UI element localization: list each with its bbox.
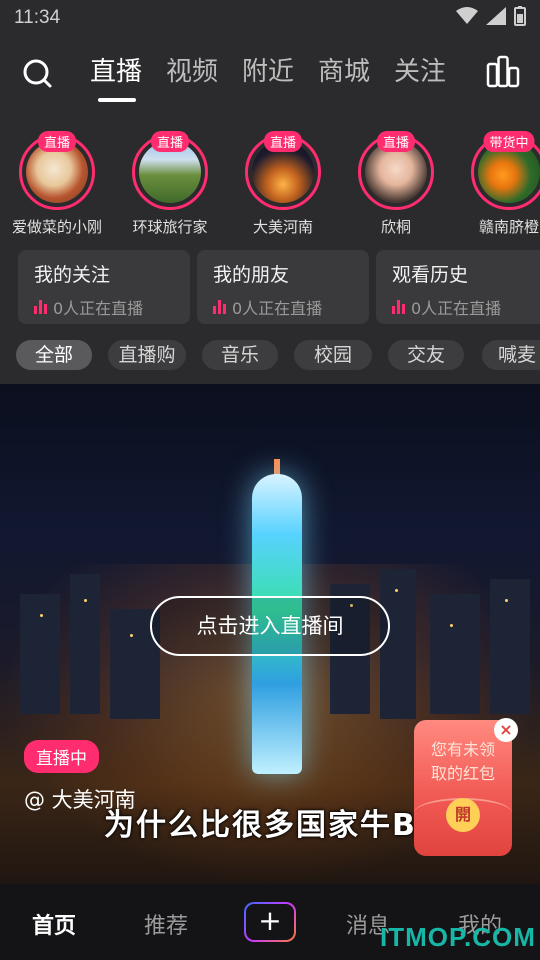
light-dot: [450, 624, 453, 627]
nav-home[interactable]: 首页: [32, 908, 76, 940]
video-caption: 为什么比很多国家牛B: [104, 808, 417, 843]
avatar[interactable]: 带货中: [471, 131, 540, 210]
top-nav: 直播 视频 附近 商城 关注: [0, 36, 540, 116]
signal-icon: [486, 7, 506, 25]
light-dot: [130, 634, 133, 637]
enter-live-room-button[interactable]: 点击进入直播间: [150, 596, 390, 656]
chip-all[interactable]: 全部: [16, 340, 92, 370]
plus-icon: +: [246, 904, 294, 940]
status-icons: [456, 6, 526, 26]
story-item[interactable]: 直播 欣桐: [341, 131, 451, 237]
live-bars-icon: [34, 300, 47, 314]
tab-nearby[interactable]: 附近: [242, 51, 318, 88]
building: [70, 574, 100, 714]
nav-recommend[interactable]: 推荐: [144, 908, 188, 940]
card-sub-text: 0人正在直播: [411, 299, 502, 318]
active-tab-indicator: [98, 98, 136, 102]
avatar[interactable]: 直播: [132, 131, 208, 210]
light-dot: [505, 599, 508, 602]
live-badge: 直播: [150, 131, 190, 152]
card-title: 我的朋友: [213, 264, 290, 286]
chip-mc[interactable]: 喊麦: [482, 340, 540, 370]
chip-music[interactable]: 音乐: [202, 340, 278, 370]
building: [380, 569, 416, 719]
tab-live[interactable]: 直播: [90, 51, 166, 88]
card-sub-text: 0人正在直播: [53, 299, 144, 318]
chip-dating[interactable]: 交友: [388, 340, 464, 370]
story-name: 大美河南: [252, 218, 313, 236]
avatar[interactable]: 直播: [245, 131, 321, 210]
card-subtitle: 0人正在直播: [213, 295, 353, 319]
live-badge: 直播: [37, 131, 77, 152]
tabs-fade: [440, 46, 476, 86]
story-item[interactable]: 直播 大美河南: [228, 131, 338, 237]
light-dot: [84, 599, 87, 602]
building: [20, 594, 60, 714]
card-title: 观看历史: [392, 264, 469, 286]
card-title: 我的关注: [34, 264, 111, 286]
story-name: 环球旅行家: [132, 218, 208, 236]
story-item[interactable]: 直播 环球旅行家: [115, 131, 225, 237]
battery-icon: [514, 6, 526, 26]
category-chips: 全部 直播购 音乐 校园 交友 喊麦: [0, 332, 540, 384]
card-my-following[interactable]: 我的关注 0人正在直播: [18, 250, 190, 324]
envelope-text: 您有未领取的红包: [430, 740, 495, 783]
ranking-icon[interactable]: [486, 54, 520, 88]
close-icon[interactable]: ×: [494, 718, 518, 742]
create-button[interactable]: +: [244, 902, 296, 942]
story-item[interactable]: 带货中 赣南脐橙: [454, 131, 540, 237]
avatar[interactable]: 直播: [358, 131, 434, 210]
live-bars-icon: [213, 300, 226, 314]
card-sub-text: 0人正在直播: [232, 299, 323, 318]
selling-badge: 带货中: [483, 131, 535, 152]
light-dot: [40, 614, 43, 617]
card-subtitle: 0人正在直播: [392, 295, 524, 319]
live-now-badge: 直播中: [24, 740, 99, 773]
live-stories-row: 直播 爱做菜的小刚 直播 环球旅行家 直播 大美河南 直播 欣桐 带货中 赣南脐…: [0, 116, 540, 240]
shortcut-cards: 我的关注 0人正在直播 我的朋友 0人正在直播 观看历史 0人正在直播: [0, 240, 540, 332]
red-envelope[interactable]: 您有未领取的红包 開: [414, 720, 512, 856]
live-badge: 直播: [376, 131, 416, 152]
search-icon[interactable]: [20, 56, 54, 90]
story-name: 爱做菜的小刚: [11, 218, 102, 236]
light-dot: [395, 589, 398, 592]
chip-live-shopping[interactable]: 直播购: [108, 340, 186, 370]
live-bars-icon: [392, 300, 405, 314]
live-badge: 直播: [263, 131, 303, 152]
story-name: 赣南脐橙: [478, 218, 539, 236]
card-watch-history[interactable]: 观看历史 0人正在直播: [376, 250, 540, 324]
tab-mall[interactable]: 商城: [318, 51, 394, 88]
story-item[interactable]: 直播 爱做菜的小刚: [2, 131, 112, 237]
chip-campus[interactable]: 校园: [294, 340, 372, 370]
building: [490, 579, 530, 714]
card-my-friends[interactable]: 我的朋友 0人正在直播: [197, 250, 369, 324]
story-name: 欣桐: [380, 218, 411, 236]
watermark: ITMOP.COM: [380, 922, 536, 952]
tab-video[interactable]: 视频: [166, 51, 242, 88]
wifi-icon: [456, 7, 478, 24]
avatar[interactable]: 直播: [19, 131, 95, 210]
top-tabs: 直播 视频 附近 商城 关注: [90, 51, 470, 88]
status-bar: 11:34: [0, 0, 540, 36]
card-subtitle: 0人正在直播: [34, 295, 174, 319]
envelope-open-button[interactable]: 開: [446, 798, 480, 832]
building: [430, 594, 480, 714]
status-time: 11:34: [14, 7, 61, 28]
